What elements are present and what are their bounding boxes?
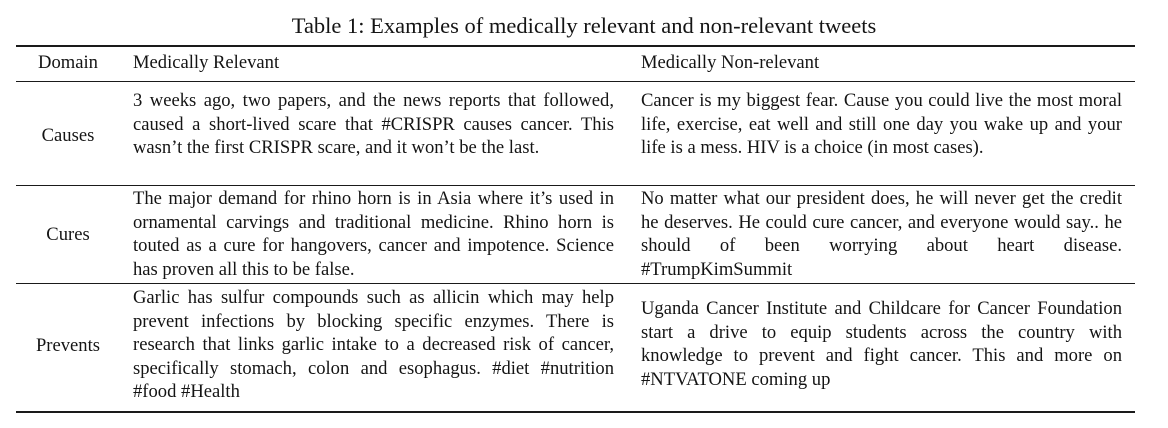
domain-prevents: Prevents	[35, 335, 101, 356]
cures-non-relevant-tweet: No matter what our president does, he wi…	[641, 188, 1122, 280]
row-rule-cures	[16, 283, 1135, 284]
table-top-rule	[16, 45, 1135, 47]
header-rule	[16, 81, 1135, 82]
causes-non-relevant-tweet: Cancer is my biggest fear. Cause you cou…	[641, 90, 1122, 159]
row-rule-causes	[16, 185, 1135, 186]
table-caption: Table 1: Examples of medically relevant …	[291, 13, 877, 38]
header-domain: Domain	[38, 52, 98, 73]
domain-cures: Cures	[46, 224, 90, 245]
cures-relevant-tweet: The major demand for rhino horn is in As…	[133, 188, 614, 280]
prevents-non-relevant-tweet: Uganda Cancer Institute and Childcare fo…	[641, 298, 1122, 390]
causes-relevant-tweet: 3 weeks ago, two papers, and the news re…	[133, 90, 614, 159]
header-medically-relevant: Medically Relevant	[133, 52, 280, 73]
header-medically-non-relevant: Medically Non-relevant	[641, 52, 820, 73]
domain-causes: Causes	[41, 125, 95, 146]
table-bottom-rule	[16, 411, 1135, 413]
prevents-relevant-tweet: Garlic has sulfur compounds such as alli…	[133, 287, 614, 403]
